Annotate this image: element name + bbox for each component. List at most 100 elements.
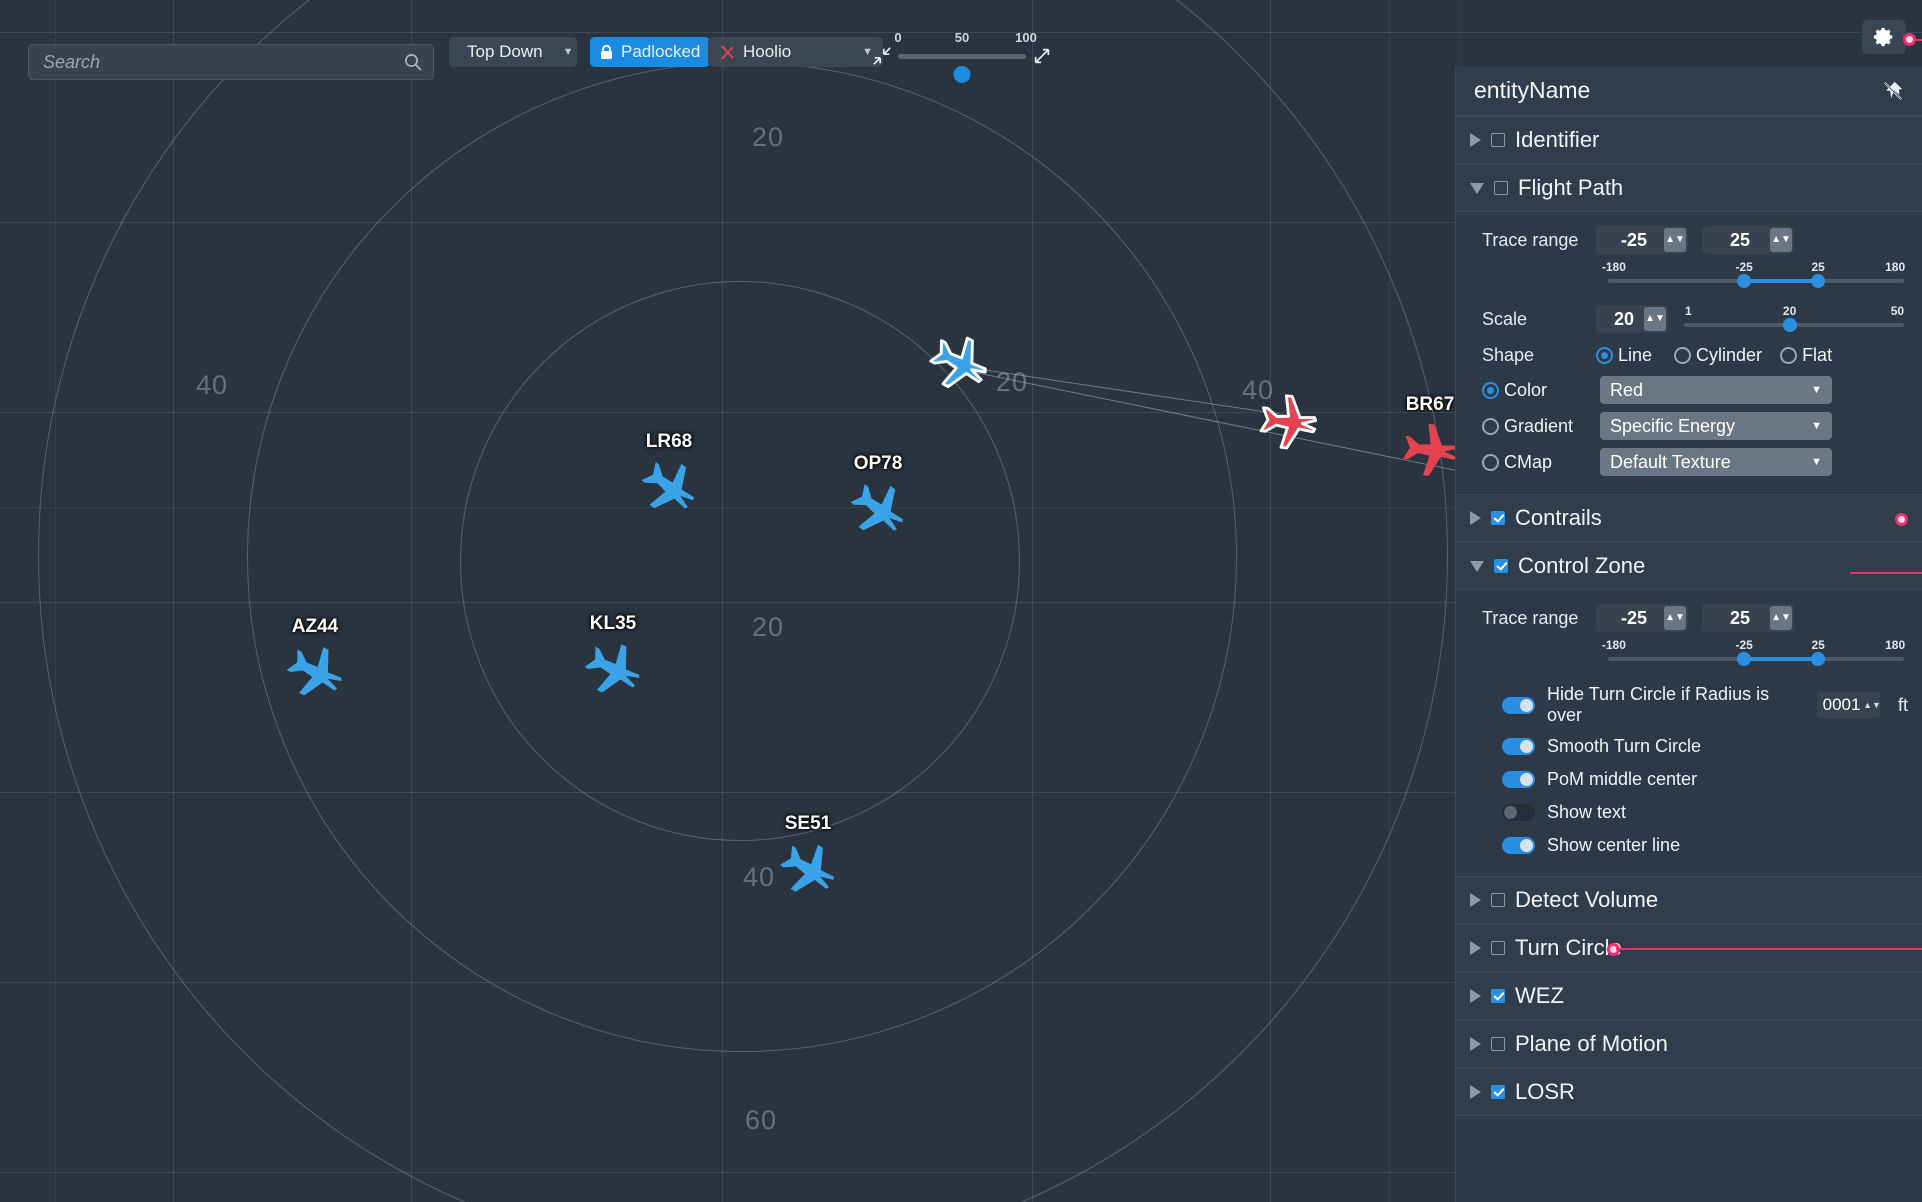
search-input[interactable]	[43, 51, 403, 73]
slider-knob-max[interactable]	[1811, 274, 1826, 288]
trace-min-stepper-arrows[interactable]: ▲▼	[1664, 228, 1686, 252]
collapse-arrows-icon[interactable]	[872, 46, 892, 66]
cz-trace-max-stepper[interactable]: 25 ▲▼	[1702, 604, 1794, 632]
toggle-row-show-center-line: Show center line	[1456, 829, 1922, 862]
zoom-slider-group[interactable]: 0 50 100	[872, 30, 1052, 83]
aircraft-marker[interactable]: OP78	[842, 453, 914, 545]
trace-range-label: Trace range	[1482, 229, 1579, 250]
shape-radio-line[interactable]	[1596, 346, 1613, 364]
trace-min-stepper[interactable]: -25 ▲▼	[1596, 226, 1688, 254]
range-ring	[38, 0, 1448, 1202]
zoom-slider-track[interactable]	[898, 54, 1026, 83]
cz-trace-min-stepper-arrows[interactable]: ▲▼	[1664, 606, 1686, 630]
callout-line-turn-circle	[1616, 948, 1922, 950]
section-label-detect-volume: Detect Volume	[1515, 887, 1659, 912]
toggle-smooth-turn-circle[interactable]	[1502, 738, 1535, 755]
entity-select-label: Hoolio	[743, 42, 792, 61]
toggle-show-center-line[interactable]	[1502, 837, 1535, 854]
section-body-flight-path: Trace range -25 ▲▼ 25 ▲▼ -180 -25 25 180…	[1456, 212, 1922, 494]
slider-knob-min[interactable]	[1737, 652, 1752, 666]
cz-trace-min-stepper[interactable]: -25 ▲▼	[1596, 604, 1688, 632]
zoom-slider-knob[interactable]	[953, 66, 971, 83]
gradient-label: Gradient	[1504, 415, 1574, 436]
ring-label: 40	[196, 370, 229, 400]
section-header-turn-circle[interactable]: Turn Circle	[1456, 924, 1922, 972]
cz-trace-range-label: Trace range	[1482, 607, 1579, 628]
section-header-losr[interactable]: LOSR	[1456, 1068, 1922, 1116]
expand-arrows-icon[interactable]	[1032, 46, 1052, 66]
section-header-plane-of-motion[interactable]: Plane of Motion	[1456, 1020, 1922, 1068]
section-checkbox-plane-of-motion[interactable]	[1491, 1037, 1505, 1051]
view-mode-dropdown[interactable]: Top Down ▼	[449, 37, 577, 67]
panel-header: entityName	[1456, 66, 1922, 116]
mode-radio-cmap[interactable]	[1482, 453, 1499, 471]
jet-glyph-icon	[1259, 394, 1318, 450]
section-label-turn-circle: Turn Circle	[1515, 935, 1622, 960]
slider-fill	[1744, 657, 1819, 661]
section-checkbox-contrails[interactable]	[1491, 511, 1505, 525]
color-dropdown[interactable]: Red ▼	[1600, 376, 1832, 404]
section-checkbox-losr[interactable]	[1491, 1085, 1505, 1099]
slider-tick: 25	[1811, 638, 1825, 652]
aircraft-marker[interactable]: SE51	[772, 813, 844, 905]
padlock-button[interactable]: Padlocked	[590, 37, 711, 67]
aircraft-marker[interactable]	[923, 327, 995, 399]
aircraft-marker[interactable]: AZ44	[279, 616, 351, 708]
aircraft-marker[interactable]	[1252, 386, 1324, 458]
turn-circle-radius-stepper[interactable]: 0001 ▲▼	[1816, 692, 1881, 718]
section-label-identifier: Identifier	[1515, 127, 1600, 152]
gradient-dropdown[interactable]: Specific Energy ▼	[1600, 412, 1832, 440]
flight-path-shape-row: Shape Line Cylinder Flat	[1456, 338, 1922, 372]
toggle-label-show-text: Show text	[1547, 802, 1627, 822]
chevron-right-icon	[1470, 989, 1481, 1003]
section-checkbox-flight-path[interactable]	[1494, 181, 1508, 195]
toggle-hide-turn-circle[interactable]	[1502, 696, 1535, 714]
section-header-control-zone[interactable]: Control Zone	[1456, 542, 1922, 590]
entity-properties-panel: entityName Identifier Flight Path Trace …	[1455, 66, 1922, 1202]
control-zone-trace-slider[interactable]: -180 -25 25 180	[1602, 638, 1905, 668]
scale-stepper[interactable]: 20 ▲▼	[1596, 305, 1668, 333]
toggle-row-pom-middle-center: PoM middle center	[1456, 763, 1922, 796]
section-checkbox-control-zone[interactable]	[1494, 559, 1508, 573]
turn-circle-radius-arrows[interactable]: ▲▼	[1863, 700, 1881, 710]
shape-label-flat: Flat	[1802, 344, 1833, 365]
section-header-wez[interactable]: WEZ	[1456, 972, 1922, 1020]
chevron-down-icon: ▼	[562, 46, 574, 58]
padlock-label: Padlocked	[621, 42, 701, 61]
scale-stepper-arrows[interactable]: ▲▼	[1644, 307, 1666, 331]
zoom-ticks: 0 50 100	[894, 30, 1036, 45]
section-header-detect-volume[interactable]: Detect Volume	[1456, 876, 1922, 924]
section-checkbox-identifier[interactable]	[1491, 133, 1505, 147]
mode-radio-color[interactable]	[1482, 381, 1499, 399]
slider-knob-min[interactable]	[1737, 274, 1752, 288]
section-header-contrails[interactable]: Contrails	[1456, 494, 1922, 542]
chevron-down-icon	[1470, 182, 1484, 194]
shape-radio-cylinder[interactable]	[1674, 346, 1692, 364]
shape-radio-flat[interactable]	[1780, 346, 1798, 364]
section-header-identifier[interactable]: Identifier	[1456, 116, 1922, 164]
slider-knob-max[interactable]	[1811, 652, 1826, 666]
trace-max-stepper[interactable]: 25 ▲▼	[1702, 226, 1794, 254]
chevron-down-icon: ▼	[1811, 456, 1822, 468]
scale-slider[interactable]: 1 20 50	[1684, 304, 1904, 334]
aircraft-marker[interactable]: KL35	[577, 613, 649, 705]
section-checkbox-detect-volume[interactable]	[1491, 893, 1505, 907]
cz-trace-max-stepper-arrows[interactable]: ▲▼	[1770, 606, 1792, 630]
aircraft-marker[interactable]: LR68	[633, 431, 705, 523]
flight-path-trace-slider[interactable]: -180 -25 25 180	[1602, 260, 1905, 290]
trace-max-stepper-arrows[interactable]: ▲▼	[1770, 228, 1792, 252]
toggle-show-text[interactable]	[1502, 804, 1535, 821]
mode-radio-gradient[interactable]	[1482, 417, 1499, 435]
scale-slider-knob[interactable]	[1782, 318, 1797, 332]
section-checkbox-wez[interactable]	[1491, 989, 1505, 1003]
callout-dot-settings	[1903, 33, 1916, 46]
entity-select-dropdown[interactable]: Hoolio ▼	[708, 37, 883, 67]
search-box[interactable]	[28, 44, 434, 80]
toggle-pom-middle-center[interactable]	[1502, 771, 1535, 788]
section-checkbox-turn-circle[interactable]	[1491, 941, 1505, 955]
settings-button[interactable]	[1862, 20, 1906, 54]
cmap-dropdown[interactable]: Default Texture ▼	[1600, 448, 1832, 476]
zoom-tick-mid: 50	[954, 30, 970, 45]
unpin-icon[interactable]	[1882, 80, 1904, 102]
section-header-flight-path[interactable]: Flight Path	[1456, 164, 1922, 212]
